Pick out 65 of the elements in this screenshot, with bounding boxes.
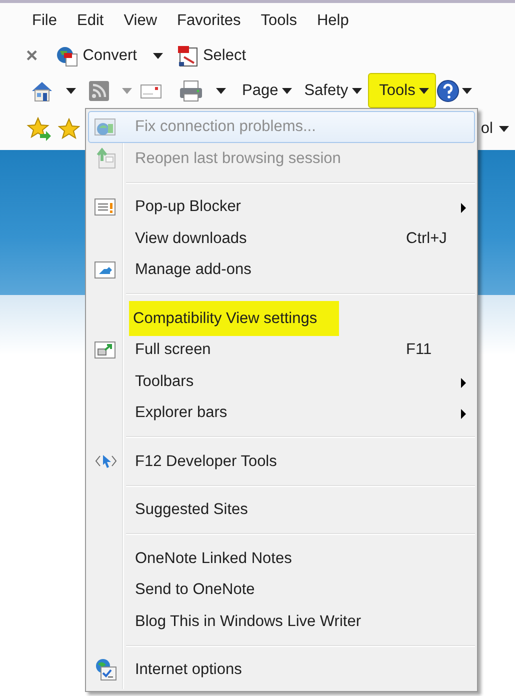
dropdown-caret-icon[interactable] [66, 88, 76, 94]
mail-icon[interactable] [140, 82, 162, 98]
menu-item-label: Send to OneNote [134, 580, 256, 600]
popup-blocker-icon [94, 198, 116, 216]
full-screen-icon [94, 340, 116, 359]
favorites-star-icon[interactable] [26, 117, 52, 141]
close-button[interactable]: × [26, 41, 38, 71]
menu-item-label: Explorer bars [134, 403, 228, 424]
dropdown-caret-icon [352, 88, 362, 94]
menu-bar-item[interactable]: Edit [76, 9, 104, 33]
menu-item[interactable]: Suggested Sites [88, 494, 475, 526]
menu-item-label: Blog This in Windows Live Writer [134, 612, 362, 632]
menu-item[interactable]: F12 Developer Tools [88, 446, 475, 477]
menu-item[interactable]: OneNote Linked Notes [88, 542, 475, 574]
menu-bar-item[interactable]: Favorites [177, 9, 241, 33]
page-menu-button[interactable]: Page [236, 74, 298, 106]
menu-item-label: Internet options [134, 660, 243, 680]
dropdown-caret-icon[interactable] [499, 126, 509, 132]
dropdown-caret-icon[interactable] [216, 88, 226, 94]
menu-item[interactable]: Blog This in Windows Live Writer [88, 606, 475, 637]
dropdown-caret-icon[interactable] [462, 88, 472, 94]
menu-item-label: Compatibility View settings [129, 300, 340, 336]
menu-item-label: Manage add-ons [134, 260, 252, 280]
star-icon[interactable] [58, 118, 80, 140]
home-icon[interactable] [30, 80, 54, 102]
menu-item-label: Suggested Sites [134, 500, 249, 520]
menu-item[interactable]: Send to OneNote [88, 574, 475, 606]
dropdown-caret-icon [152, 53, 163, 59]
reopen-tabs-icon [94, 147, 116, 170]
dropdown-caret-icon [419, 88, 430, 94]
developer-tools-icon [94, 453, 118, 470]
menu-item-label: Pop-up Blocker [134, 197, 242, 218]
printer-icon[interactable] [178, 78, 204, 102]
shortcut-label: F11 [406, 340, 432, 360]
menu-item-label: Fix connection problems... [134, 117, 317, 138]
select-button[interactable]: Select [174, 43, 250, 69]
feed-icon[interactable] [88, 80, 110, 102]
tools-menu-button[interactable]: Tools [368, 72, 436, 108]
menu-item[interactable]: Toolbars [88, 366, 475, 397]
menu-bar-item[interactable]: File [32, 9, 57, 33]
globe-checklist-icon [94, 658, 118, 682]
menu-item-label: F12 Developer Tools [134, 452, 278, 472]
menu-item[interactable]: Full screen F11 [88, 334, 475, 366]
menu-item-label: View downloads [134, 228, 248, 249]
convert-button[interactable]: Convert [52, 43, 166, 69]
menu-item-label: OneNote Linked Notes [134, 548, 293, 569]
toolbar-button-label[interactable]: ol [480, 117, 493, 141]
menu-item-label: Full screen [134, 340, 212, 360]
menu-item[interactable]: View downloads Ctrl+J [88, 222, 475, 254]
shortcut-label: Ctrl+J [406, 228, 447, 249]
menu-item[interactable]: Internet options [88, 654, 475, 686]
dropdown-caret-icon [282, 88, 292, 94]
globe-document-icon [54, 45, 79, 67]
menu-bar-item[interactable]: Help [316, 9, 349, 33]
menu-item[interactable]: Explorer bars [88, 397, 475, 428]
menu-item-label: Toolbars [134, 372, 195, 392]
menu-bar-item[interactable]: View [124, 9, 158, 33]
safety-menu-button[interactable]: Safety [298, 74, 368, 106]
menu-item-label: Reopen last browsing session [134, 148, 342, 169]
menu-item[interactable]: Manage add-ons [88, 254, 475, 286]
help-icon[interactable] [436, 78, 460, 102]
menu-item[interactable]: Compatibility View settings [88, 302, 475, 334]
menu-item[interactable]: Pop-up Blocker [88, 191, 475, 222]
menu-bar-item[interactable]: Tools [260, 9, 297, 33]
document-selection-icon [176, 45, 199, 67]
